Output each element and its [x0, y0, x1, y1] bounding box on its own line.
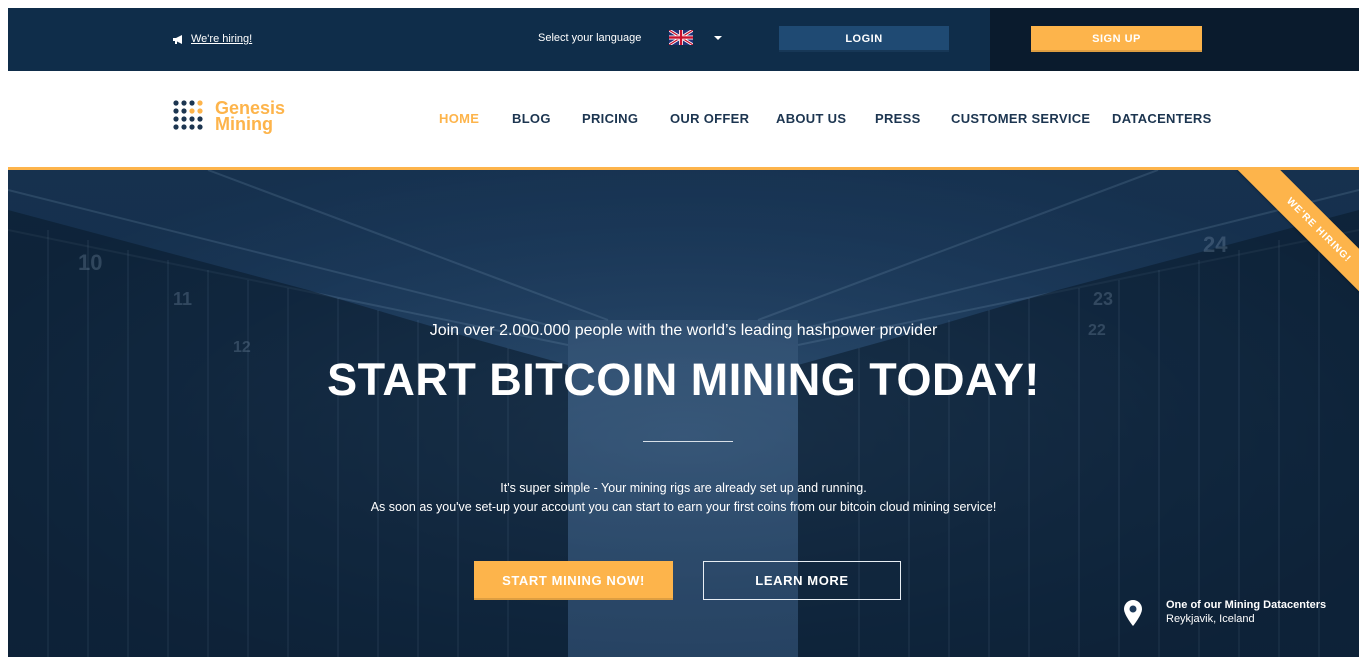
nav-item-datacenters[interactable]: DATACENTERS [1112, 111, 1212, 126]
hiring-link-label[interactable]: We're hiring! [191, 33, 252, 45]
datacenter-background-image: 10 11 12 24 23 22 [8, 170, 1359, 657]
nav-item-pricing[interactable]: PRICING [582, 111, 638, 126]
brand-name-line2: Mining [215, 114, 273, 134]
hiring-link[interactable]: We're hiring! [172, 30, 252, 48]
uk-flag-icon[interactable] [669, 30, 693, 45]
hero-title: START BITCOIN MINING TODAY! [327, 354, 1040, 405]
logo[interactable]: Genesis Mining [173, 99, 285, 134]
svg-text:11: 11 [173, 289, 192, 309]
hero-description-line2: As soon as you've set-up your account yo… [370, 500, 997, 514]
svg-text:23: 23 [1093, 289, 1113, 309]
main-nav: Genesis Mining HOME BLOG PRICING OUR OFF… [8, 71, 1359, 170]
nav-item-about-us[interactable]: ABOUT US [776, 111, 846, 126]
hero-subtitle: Join over 2.000.000 people with the worl… [429, 322, 938, 339]
hero-divider [643, 441, 733, 442]
dot-grid-logo-icon [173, 100, 203, 130]
learn-more-button[interactable]: LEARN MORE [703, 561, 901, 600]
nav-item-our-offer[interactable]: OUR OFFER [670, 111, 749, 126]
megaphone-icon [173, 34, 182, 44]
svg-text:24: 24 [1203, 232, 1228, 257]
page: We're hiring! Select your language LOGIN… [0, 0, 1359, 657]
brand-name: Genesis Mining [215, 99, 285, 134]
nav-item-press[interactable]: PRESS [875, 111, 921, 126]
hero-description: It's super simple - Your mining rigs are… [8, 479, 1359, 517]
svg-text:10: 10 [78, 250, 102, 275]
nav-item-customer-service[interactable]: CUSTOMER SERVICE [951, 111, 1090, 126]
login-button[interactable]: LOGIN [779, 26, 949, 52]
datacenter-caption-place: Reykjavik, Iceland [1166, 613, 1255, 625]
datacenter-caption-title: One of our Mining Datacenters [1166, 599, 1327, 611]
signup-button[interactable]: SIGN UP [1031, 26, 1202, 52]
map-pin-icon [1124, 600, 1142, 626]
hero-description-line1: It's super simple - Your mining rigs are… [500, 481, 867, 495]
chevron-down-icon[interactable] [714, 36, 722, 40]
datacenter-caption: One of our Mining Datacenters Reykjavik,… [1166, 598, 1326, 626]
language-label: Select your language [538, 32, 642, 44]
start-mining-button[interactable]: START MINING NOW! [474, 561, 673, 600]
nav-item-home[interactable]: HOME [439, 111, 479, 126]
hero-section: 10 11 12 24 23 22 WE'RE HIRING! Join ove… [8, 170, 1359, 657]
nav-item-blog[interactable]: BLOG [512, 111, 551, 126]
